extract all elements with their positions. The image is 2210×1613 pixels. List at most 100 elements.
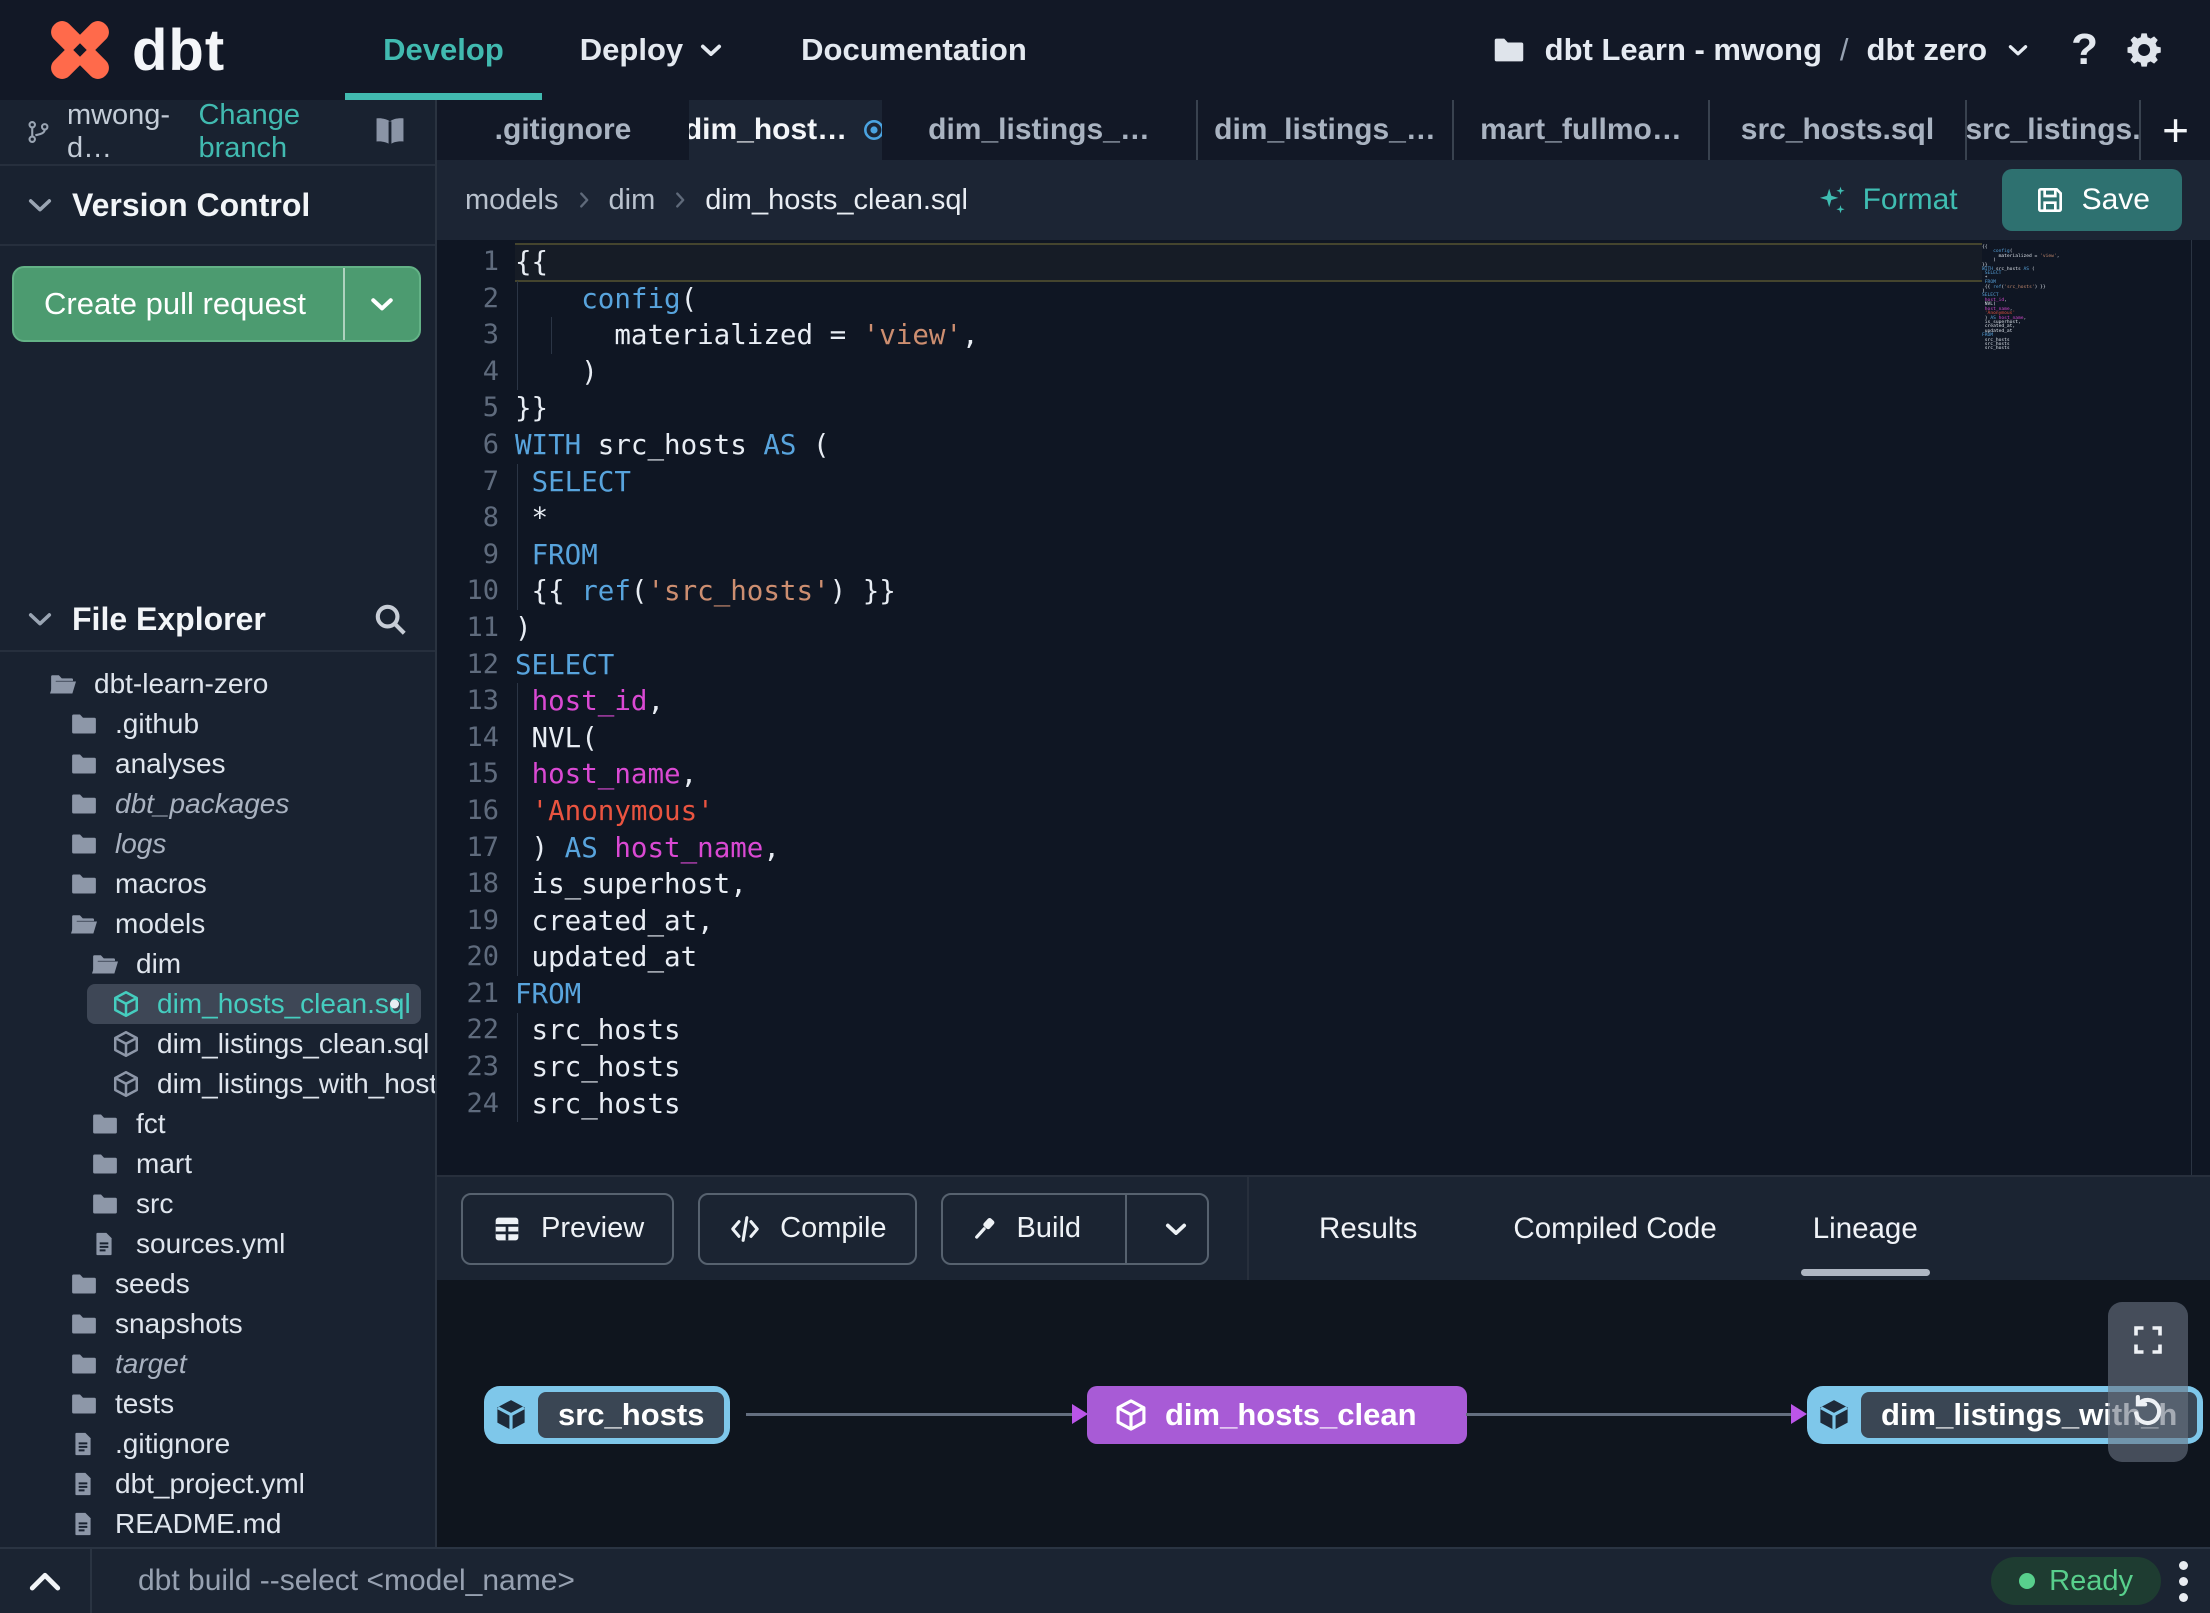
tree-item-label: sources.yml	[136, 1228, 286, 1259]
gear-icon[interactable]	[2124, 29, 2166, 71]
code-line[interactable]: src_hosts	[515, 1049, 1980, 1086]
editor-tab-4[interactable]: mart_fullmo…	[1454, 100, 1710, 160]
tree-item-dim_listings_clean.sql[interactable]: dim_listings_clean.sql	[0, 1024, 435, 1064]
tree-item-.github[interactable]: .github	[0, 704, 435, 744]
tree-item-.gitignore[interactable]: .gitignore	[0, 1424, 435, 1464]
code-line[interactable]: host_name,	[515, 756, 1980, 793]
code-line[interactable]: *	[515, 500, 1980, 537]
tree-item-macros[interactable]: macros	[0, 864, 435, 904]
tree-item-tests[interactable]: tests	[0, 1384, 435, 1424]
code-editor[interactable]: 1 2 3 4 5 6 7 8 9 10 11 12 13 14 15 16 17 18 19 20 21 22 23 24 …	[437, 240, 2210, 1175]
editor-tab-2[interactable]: dim_listings_…	[882, 100, 1198, 160]
tree-item-dbt_project.yml[interactable]: dbt_project.yml	[0, 1464, 435, 1504]
tree-item-dim_hosts_clean.sql[interactable]: dim_hosts_clean.sql	[0, 984, 435, 1024]
search-icon[interactable]	[371, 600, 409, 638]
version-control-header[interactable]: Version Control	[0, 166, 435, 244]
tree-item-dbt_packages[interactable]: dbt_packages	[0, 784, 435, 824]
code-line[interactable]: FROM	[515, 976, 1980, 1013]
tree-item-mart[interactable]: mart	[0, 1144, 435, 1184]
code-line[interactable]: FROM	[515, 537, 1980, 574]
tree-item-analyses[interactable]: analyses	[0, 744, 435, 784]
docs-book-icon[interactable]	[369, 113, 411, 151]
unsaved-changes-icon[interactable]	[861, 117, 882, 143]
code-pane[interactable]: {{ config( materialized = 'view', )}} WIT…	[515, 244, 1980, 1122]
model-cube-icon	[111, 989, 141, 1019]
tree-item-src[interactable]: src	[0, 1184, 435, 1224]
code-line[interactable]: config(	[515, 281, 1980, 318]
code-line[interactable]: NVL(	[515, 720, 1980, 757]
editor-tab-0[interactable]: .gitignore	[437, 100, 689, 160]
tree-item-dim[interactable]: dim	[0, 944, 435, 984]
change-branch-link[interactable]: Change branch	[198, 99, 353, 165]
build-dropdown-button[interactable]	[1145, 1195, 1207, 1263]
tree-item-snapshots[interactable]: snapshots	[0, 1304, 435, 1344]
nav-item-documentation[interactable]: Documentation	[763, 0, 1065, 100]
code-line[interactable]: host_id,	[515, 683, 1980, 720]
refresh-icon[interactable]	[2129, 1392, 2167, 1430]
command-input[interactable]: dbt build --select <model_name>	[138, 1564, 575, 1598]
kebab-menu[interactable]	[2179, 1560, 2188, 1602]
tree-item-sources.yml[interactable]: sources.yml	[0, 1224, 435, 1264]
code-line[interactable]: )	[515, 354, 1980, 391]
line-number: 9	[482, 538, 499, 570]
pull-request-dropdown-button[interactable]	[345, 268, 419, 340]
tree-item-target[interactable]: target	[0, 1344, 435, 1384]
editor-scrollbar[interactable]	[2191, 240, 2192, 1175]
code-line[interactable]: src_hosts	[515, 1012, 1980, 1049]
expand-command-bar-button[interactable]	[0, 1570, 90, 1592]
result-tabs: Results Compiled Code Lineage	[1319, 1177, 1930, 1280]
save-button[interactable]: Save	[2001, 169, 2182, 231]
tab-compiled-code[interactable]: Compiled Code	[1513, 1177, 1716, 1280]
editor-tab-3[interactable]: dim_listings_…	[1198, 100, 1454, 160]
code-line[interactable]: materialized = 'view',	[515, 317, 1980, 354]
editor-tab-6[interactable]: src_listings.	[1967, 100, 2141, 160]
code-line[interactable]: {{	[515, 244, 1980, 281]
lineage-node-src_hosts[interactable]: src_hosts	[484, 1386, 731, 1444]
project-selector[interactable]: dbt Learn - mwong / dbt zero	[1491, 32, 2031, 68]
editor-tab-5[interactable]: src_hosts.sql	[1710, 100, 1967, 160]
code-line[interactable]: WITH src_hosts AS (	[515, 427, 1980, 464]
compile-button[interactable]: Compile	[698, 1192, 917, 1265]
create-pull-request-label[interactable]: Create pull request	[14, 268, 343, 340]
nav-item-deploy[interactable]: Deploy	[542, 0, 763, 100]
file-explorer-header[interactable]: File Explorer	[0, 588, 435, 650]
line-number: 11	[466, 611, 499, 643]
code-line[interactable]: SELECT	[515, 647, 1980, 684]
code-line[interactable]: }}	[515, 390, 1980, 427]
tree-item-seeds[interactable]: seeds	[0, 1264, 435, 1304]
tree-item-dbt-learn-zero[interactable]: dbt-learn-zero	[0, 664, 435, 704]
tree-item-fct[interactable]: fct	[0, 1104, 435, 1144]
folder-icon	[1494, 38, 1523, 62]
format-button[interactable]: Format	[1815, 183, 1958, 217]
create-pull-request-button[interactable]: Create pull request	[12, 266, 421, 342]
help-button[interactable]: ?	[2071, 25, 2098, 75]
code-line[interactable]: ) AS host_name,	[515, 830, 1980, 867]
tab-results[interactable]: Results	[1319, 1177, 1417, 1280]
tree-item-dim_listings_with_hosts[interactable]: dim_listings_with_hosts…	[0, 1064, 435, 1104]
code-line[interactable]: updated_at	[515, 939, 1980, 976]
editor-tab-1[interactable]: dim_host…	[689, 100, 882, 160]
tree-item-models[interactable]: models	[0, 904, 435, 944]
code-line[interactable]: SELECT	[515, 464, 1980, 501]
code-line[interactable]: created_at,	[515, 903, 1980, 940]
preview-button[interactable]: Preview	[461, 1192, 675, 1265]
model-cube-icon	[1815, 1396, 1853, 1434]
lineage-node-dim_hosts_clean[interactable]: dim_hosts_clean	[1087, 1386, 1467, 1444]
tree-item-README.md[interactable]: README.md	[0, 1504, 435, 1544]
code-line[interactable]: 'Anonymous'	[515, 793, 1980, 830]
minimap[interactable]: {{ config( materialized = 'view', )}} WIT…	[1982, 245, 2102, 352]
code-line[interactable]: {{ ref('src_hosts') }}	[515, 573, 1980, 610]
line-number: 7	[482, 465, 499, 497]
code-line[interactable]: src_hosts	[515, 1086, 1980, 1123]
code-line[interactable]: )	[515, 610, 1980, 647]
build-button[interactable]: Build	[940, 1192, 1210, 1265]
new-tab-button[interactable]: +	[2141, 100, 2210, 160]
lineage-canvas[interactable]: src_hosts dim_hosts_clean dim_listings_wit…	[437, 1280, 2210, 1547]
tree-item-logs[interactable]: logs	[0, 824, 435, 864]
nav-item-develop[interactable]: Develop	[345, 0, 542, 100]
code-line[interactable]: is_superhost,	[515, 866, 1980, 903]
dbt-logo[interactable]: dbt	[42, 0, 225, 100]
fullscreen-icon[interactable]	[2130, 1322, 2166, 1358]
line-number: 22	[466, 1014, 499, 1046]
tab-lineage[interactable]: Lineage	[1800, 1177, 1930, 1280]
